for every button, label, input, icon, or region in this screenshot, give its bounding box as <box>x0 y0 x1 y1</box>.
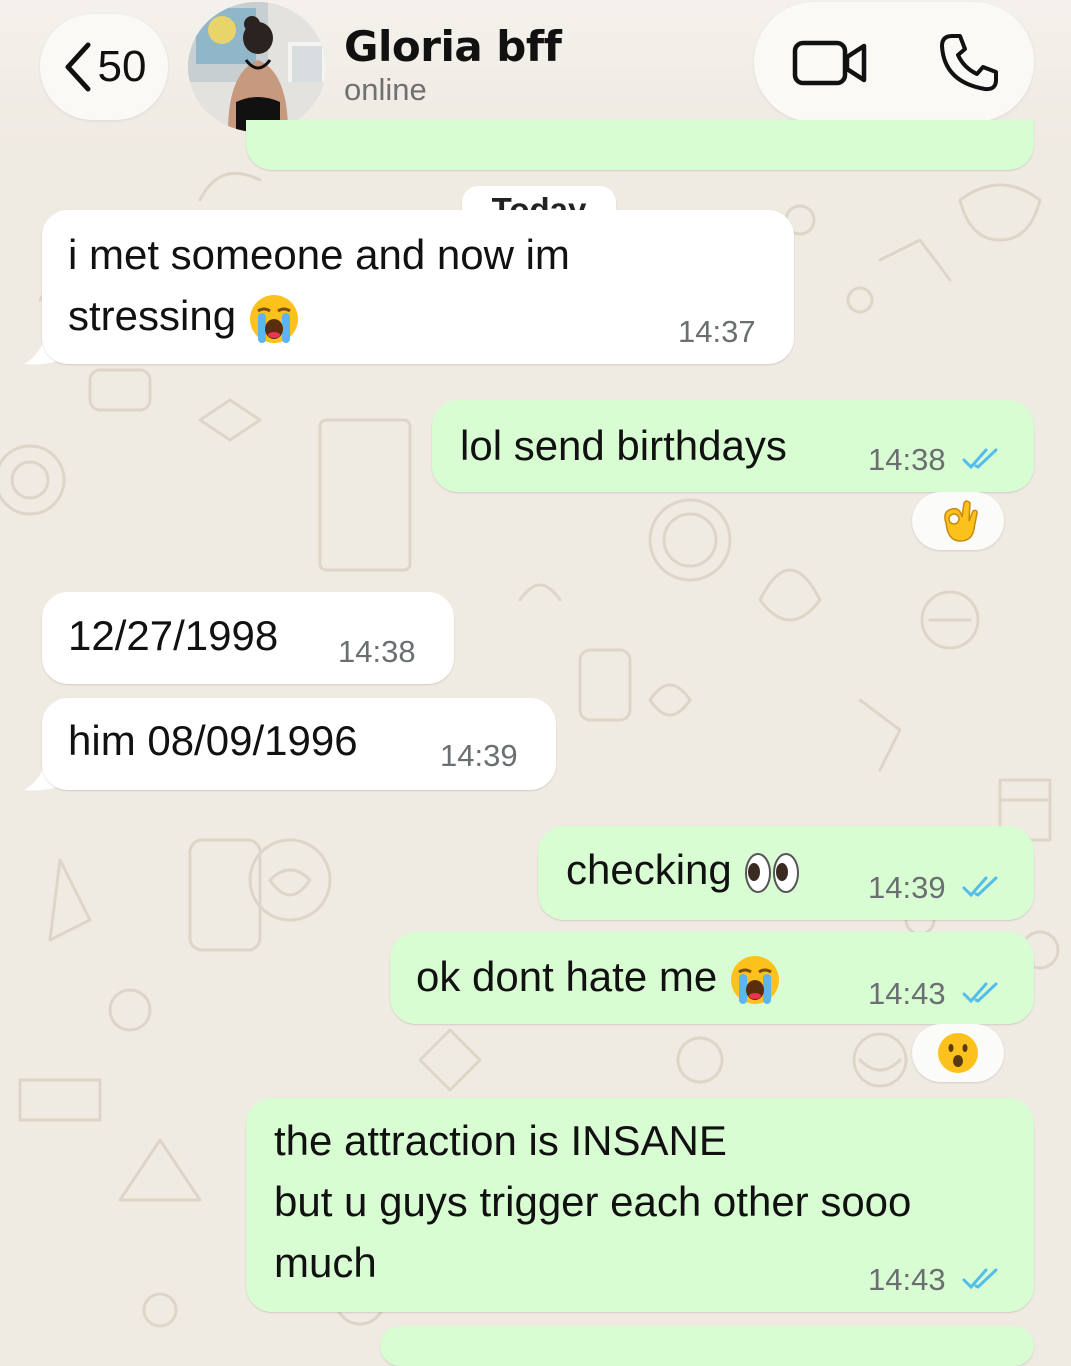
unread-count: 50 <box>97 42 147 91</box>
read-receipt-icon <box>962 1268 998 1290</box>
message-bubble-incoming[interactable]: him 08/09/1996 14:39 <box>42 698 556 790</box>
message-time: 14:38 <box>868 442 946 477</box>
message-text: much <box>274 1239 377 1286</box>
message-text: him 08/09/1996 <box>68 717 358 764</box>
loudly-crying-face-emoji <box>730 955 779 1004</box>
previous-message-bubble <box>246 120 1034 170</box>
read-receipt-icon <box>962 876 998 898</box>
message-bubble-outgoing[interactable]: the attraction is INSANE but u guys trig… <box>246 1098 1034 1312</box>
hushed-face-emoji <box>938 1033 978 1073</box>
voice-call-icon[interactable] <box>938 32 1000 94</box>
eyes-emoji <box>745 852 800 893</box>
message-text: lol send birthdays <box>460 422 787 469</box>
message-bubble-outgoing[interactable]: checking 14:39 <box>538 826 1034 920</box>
message-text: checking <box>566 839 801 900</box>
read-receipt-icon <box>962 982 998 1004</box>
video-call-icon[interactable] <box>792 38 868 88</box>
message-reaction[interactable] <box>912 492 1004 550</box>
ok-hand-emoji <box>944 500 978 542</box>
message-bubble-outgoing[interactable]: lol send birthdays 14:38 <box>432 400 1034 492</box>
contact-avatar[interactable] <box>188 2 326 132</box>
message-text: i met someone and now im <box>68 231 570 278</box>
message-text: stressing <box>68 285 300 346</box>
read-receipt-icon <box>962 448 998 470</box>
message-text: ok dont hate me <box>416 946 781 1007</box>
back-button[interactable]: 50 <box>40 14 168 120</box>
message-bubble-incoming[interactable]: i met someone and now im stressing 14:37 <box>42 210 794 364</box>
next-message-bubble <box>380 1326 1034 1366</box>
contact-status: online <box>344 72 427 107</box>
message-time: 14:38 <box>338 634 416 669</box>
message-text: 12/27/1998 <box>68 612 279 659</box>
message-text: but u guys trigger each other sooo <box>274 1178 912 1225</box>
contact-name[interactable]: Gloria bff <box>344 22 562 71</box>
chevron-left-icon <box>65 42 91 92</box>
loudly-crying-face-emoji <box>249 294 298 343</box>
message-time: 14:43 <box>868 1262 946 1297</box>
message-text: the attraction is INSANE <box>274 1117 727 1164</box>
message-time: 14:43 <box>868 976 946 1011</box>
message-time: 14:37 <box>678 314 756 349</box>
message-time: 14:39 <box>868 870 946 905</box>
call-actions <box>754 2 1034 122</box>
message-time: 14:39 <box>440 738 518 773</box>
message-bubble-outgoing[interactable]: ok dont hate me 14:43 <box>390 932 1034 1024</box>
message-bubble-incoming[interactable]: 12/27/1998 14:38 <box>42 592 454 684</box>
message-reaction[interactable] <box>912 1024 1004 1082</box>
